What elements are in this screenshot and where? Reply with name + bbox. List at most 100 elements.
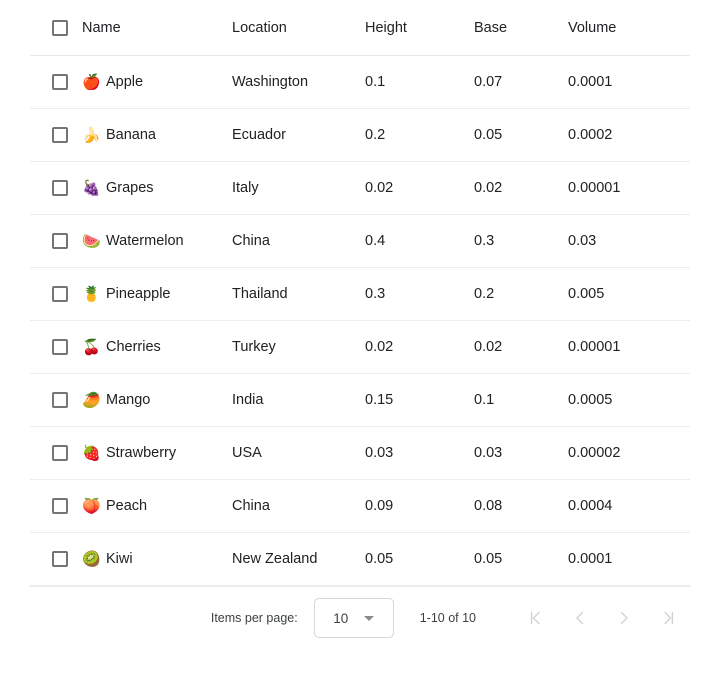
row-select-cell bbox=[30, 55, 82, 109]
cell-name: 🍑 Peach bbox=[82, 479, 232, 533]
row-select-cell bbox=[30, 479, 82, 533]
cell-base: 0.1 bbox=[474, 373, 568, 427]
last-page-button[interactable] bbox=[646, 598, 690, 638]
cell-name: 🍓 Strawberry bbox=[82, 426, 232, 480]
cell-name: 🥝 Kiwi bbox=[82, 532, 232, 586]
row-checkbox[interactable] bbox=[52, 233, 68, 250]
fruit-name-label: Peach bbox=[106, 497, 148, 514]
page-size-select[interactable]: 10 bbox=[313, 598, 394, 638]
items-per-page-label: Items per page: bbox=[210, 611, 298, 625]
table-header-row: Name Location Height Base Volume bbox=[30, 0, 690, 56]
cell-name: 🍉 Watermelon bbox=[82, 214, 232, 268]
cell-height: 0.02 bbox=[365, 320, 474, 374]
cell-height: 0.09 bbox=[365, 479, 474, 533]
column-header-location[interactable]: Location bbox=[232, 0, 365, 56]
row-checkbox[interactable] bbox=[52, 127, 68, 144]
cell-base: 0.08 bbox=[474, 479, 568, 533]
chevron-left-icon bbox=[571, 609, 589, 627]
cell-volume: 0.0001 bbox=[568, 532, 690, 586]
row-checkbox[interactable] bbox=[52, 445, 68, 462]
apple-icon: 🍎 bbox=[82, 73, 101, 91]
cell-volume: 0.00001 bbox=[568, 320, 690, 374]
cell-location: Italy bbox=[232, 161, 365, 215]
cell-base: 0.07 bbox=[474, 55, 568, 109]
row-checkbox[interactable] bbox=[52, 551, 68, 568]
previous-page-button[interactable] bbox=[558, 598, 602, 638]
next-page-button[interactable] bbox=[602, 598, 646, 638]
row-select-cell bbox=[30, 426, 82, 480]
row-checkbox[interactable] bbox=[52, 392, 68, 409]
fruit-name-label: Kiwi bbox=[106, 550, 133, 567]
table-row: 🥭 Mango India 0.15 0.1 0.0005 bbox=[30, 373, 690, 427]
peach-icon: 🍑 bbox=[82, 497, 101, 515]
fruit-name-label: Strawberry bbox=[106, 444, 177, 461]
cell-location: Turkey bbox=[232, 320, 365, 374]
paginator-buttons bbox=[514, 598, 690, 638]
table-body: 🍎 Apple Washington 0.1 0.07 0.0001 🍌 Banana Ecua… bbox=[30, 55, 690, 586]
row-select-cell bbox=[30, 161, 82, 215]
select-all-header-cell bbox=[30, 0, 82, 56]
strawberry-icon: 🍓 bbox=[82, 444, 101, 462]
watermelon-icon: 🍉 bbox=[82, 232, 101, 250]
row-select-cell bbox=[30, 320, 82, 374]
chevron-right-icon bbox=[615, 609, 633, 627]
table-header: Name Location Height Base Volume bbox=[30, 0, 690, 56]
first-page-button[interactable] bbox=[514, 598, 558, 638]
fruit-name-label: Pineapple bbox=[106, 285, 171, 302]
table-row: 🍌 Banana Ecuador 0.2 0.05 0.0002 bbox=[30, 108, 690, 162]
cell-height: 0.2 bbox=[365, 108, 474, 162]
fruit-name-label: Apple bbox=[106, 73, 144, 90]
row-select-cell bbox=[30, 532, 82, 586]
cell-volume: 0.005 bbox=[568, 267, 690, 321]
last-page-icon bbox=[659, 609, 677, 627]
cell-base: 0.03 bbox=[474, 426, 568, 480]
table-row: 🍒 Cherries Turkey 0.02 0.02 0.00001 bbox=[30, 320, 690, 374]
row-checkbox[interactable] bbox=[52, 180, 68, 197]
cell-name: 🥭 Mango bbox=[82, 373, 232, 427]
row-select-cell bbox=[30, 373, 82, 427]
cell-base: 0.05 bbox=[474, 532, 568, 586]
grapes-icon: 🍇 bbox=[82, 179, 101, 197]
cell-volume: 0.0005 bbox=[568, 373, 690, 427]
cell-location: India bbox=[232, 373, 365, 427]
table-row: 🍍 Pineapple Thailand 0.3 0.2 0.005 bbox=[30, 267, 690, 321]
table-row: 🍇 Grapes Italy 0.02 0.02 0.00001 bbox=[30, 161, 690, 215]
cell-height: 0.15 bbox=[365, 373, 474, 427]
cell-base: 0.02 bbox=[474, 161, 568, 215]
table-row: 🍑 Peach China 0.09 0.08 0.0004 bbox=[30, 479, 690, 533]
cell-name: 🍒 Cherries bbox=[82, 320, 232, 374]
column-header-volume[interactable]: Volume bbox=[568, 0, 690, 56]
chevron-down-icon bbox=[364, 615, 375, 621]
cell-height: 0.03 bbox=[365, 426, 474, 480]
row-select-cell bbox=[30, 214, 82, 268]
cell-volume: 0.03 bbox=[568, 214, 690, 268]
cell-name: 🍇 Grapes bbox=[82, 161, 232, 215]
cell-height: 0.3 bbox=[365, 267, 474, 321]
column-header-name[interactable]: Name bbox=[82, 0, 232, 56]
cell-volume: 0.00001 bbox=[568, 161, 690, 215]
cell-base: 0.3 bbox=[474, 214, 568, 268]
cell-base: 0.02 bbox=[474, 320, 568, 374]
table-row: 🍎 Apple Washington 0.1 0.07 0.0001 bbox=[30, 55, 690, 109]
row-checkbox[interactable] bbox=[52, 74, 68, 91]
column-header-base[interactable]: Base bbox=[474, 0, 568, 56]
cell-location: Washington bbox=[232, 55, 365, 109]
select-all-checkbox[interactable] bbox=[52, 19, 68, 36]
page-range-label: 1-10 of 10 bbox=[419, 611, 476, 625]
cell-location: Ecuador bbox=[232, 108, 365, 162]
column-header-height[interactable]: Height bbox=[365, 0, 474, 56]
mango-icon: 🥭 bbox=[82, 391, 101, 409]
cell-name: 🍍 Pineapple bbox=[82, 267, 232, 321]
page-size-value: 10 bbox=[333, 610, 349, 626]
row-checkbox[interactable] bbox=[52, 498, 68, 515]
cell-volume: 0.0004 bbox=[568, 479, 690, 533]
row-checkbox[interactable] bbox=[52, 339, 68, 356]
cell-height: 0.05 bbox=[365, 532, 474, 586]
cell-base: 0.05 bbox=[474, 108, 568, 162]
cell-location: China bbox=[232, 214, 365, 268]
cell-volume: 0.00002 bbox=[568, 426, 690, 480]
row-checkbox[interactable] bbox=[52, 286, 68, 303]
kiwi-icon: 🥝 bbox=[82, 550, 101, 568]
cell-volume: 0.0001 bbox=[568, 55, 690, 109]
banana-icon: 🍌 bbox=[82, 126, 101, 144]
